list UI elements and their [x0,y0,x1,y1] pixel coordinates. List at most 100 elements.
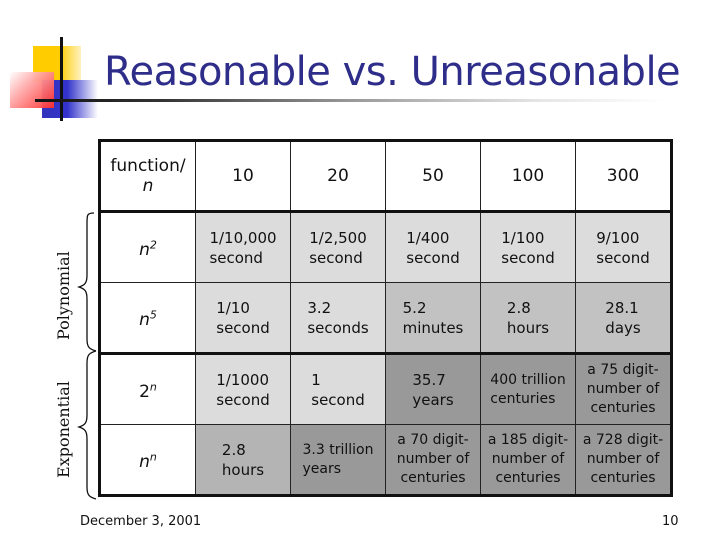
function-cell: n5 [99,282,196,354]
time-cell: 3.2 seconds [290,282,386,354]
footer-date: December 3, 2001 [80,514,202,529]
time-cell: 9/100 second [575,211,672,283]
cell-line: 5.2 [402,298,427,317]
time-cell: 2.8 hours [195,424,291,496]
cell-line: second [209,248,263,267]
function-base: 2 [139,381,150,402]
function-exponent: 2 [149,238,157,252]
function-base: n [139,239,150,260]
cell-line: centuries [590,400,656,416]
time-cell: 5.2 minutes [385,282,481,354]
cell-line: 1/1000 [216,370,270,389]
cell-line: second [309,248,363,267]
corner-line2: n [142,176,154,196]
cell-line: second [501,248,555,267]
time-cell: 1 second [290,352,386,425]
cell-line: a 70 digit- [397,432,469,448]
cell-line: 2.8 [221,440,246,459]
cell-line: years [302,460,342,477]
time-cell: 1/400 second [385,211,481,283]
corner-header-cell: function/ n [99,140,196,213]
function-base: n [139,451,150,472]
cell-line: second [216,318,270,337]
cell-line: hours [221,460,265,479]
cell-line: number of [586,451,660,467]
cell-line: number of [396,451,470,467]
column-header: 10 [195,140,291,213]
time-cell: 1/10,000 second [195,211,291,283]
table-row: n5 1/10 second 3.2 seconds 5.2 minutes 2.8 hours… [99,282,672,354]
function-label: n2 [139,238,157,260]
cell-line: 1/2,500 [309,228,367,247]
function-cell: n2 [99,211,196,283]
time-cell: a 75 digit-number of centuries [575,352,672,425]
function-label: nn [139,450,157,472]
cell-line: centuries [590,470,656,486]
column-header: 300 [575,140,672,213]
complexity-table: function/ n 10 20 50 100 300 n2 1/10,000 s… [98,139,673,497]
cell-line: 1/400 [406,228,450,247]
cell-line: 1 [311,370,321,389]
column-header: 20 [290,140,386,213]
polynomial-brace [76,212,97,352]
time-cell: 35.7 years [385,352,481,425]
exponential-brace [76,350,97,500]
cell-line: hours [506,318,550,337]
time-cell: 3.3 trillion years [290,424,386,496]
table-row: n2 1/10,000 second 1/2,500 second 1/400 second… [99,211,672,283]
function-exponent: n [149,380,157,394]
cell-line: 2.8 [506,298,531,317]
column-header: 50 [385,140,481,213]
time-cell: 1/1000 second [195,352,291,425]
cell-line: 400 trillion [490,371,566,388]
time-cell: 400 trillion centuries [480,352,576,425]
cell-line: second [406,248,460,267]
cell-line: 1/100 [501,228,545,247]
cell-line: 1/10 [216,298,250,317]
time-cell: a 185 digit-number of centuries [480,424,576,496]
time-cell: a 70 digit-number of centuries [385,424,481,496]
title-underline [35,99,665,102]
time-cell: 2.8 hours [480,282,576,354]
cell-line: 28.1 [605,298,639,317]
cell-line: seconds [307,318,369,337]
table-header-row: function/ n 10 20 50 100 300 [99,140,672,213]
time-cell: 1/10 second [195,282,291,354]
cell-line: second [311,390,365,409]
vertical-rule [60,37,63,121]
cell-line: a 185 digit- [487,432,569,448]
cell-line: 1/10,000 [209,228,277,247]
function-exponent: n [149,450,157,464]
time-cell: a 728 digit-number of centuries [575,424,672,496]
slide-title: Reasonable vs. Unreasonable [104,49,681,95]
page-number: 10 [662,514,679,529]
group-braces [76,212,97,500]
function-base: n [139,309,150,330]
time-cell: 1/100 second [480,211,576,283]
cell-line: years [412,390,454,409]
time-cell: 28.1 days [575,282,672,354]
cell-line: a 75 digit- [587,362,659,378]
table-row: nn 2.8 hours 3.3 trillion years a 70 digit-nu… [99,424,672,496]
cell-line: 9/100 [596,228,640,247]
cell-line: centuries [490,390,556,407]
cell-line: minutes [402,318,464,337]
function-cell: 2n [99,352,196,425]
cell-line: second [216,390,270,409]
cell-line: centuries [495,470,561,486]
cell-line: centuries [400,470,466,486]
cell-line: 3.3 trillion [302,441,374,458]
function-label: 2n [139,380,157,402]
function-label: n5 [139,308,157,330]
cell-line: second [596,248,650,267]
column-header: 100 [480,140,576,213]
time-cell: 1/2,500 second [290,211,386,283]
cell-line: number of [491,451,565,467]
table-row: 2n 1/1000 second 1 second 35.7 years 400 trilli… [99,352,672,425]
function-exponent: 5 [149,308,157,322]
slide-logo-decoration [0,0,110,130]
cell-line: 3.2 [307,298,332,317]
cell-line: days [605,318,641,337]
cell-line: a 728 digit- [582,432,664,448]
cell-line: number of [586,381,660,397]
